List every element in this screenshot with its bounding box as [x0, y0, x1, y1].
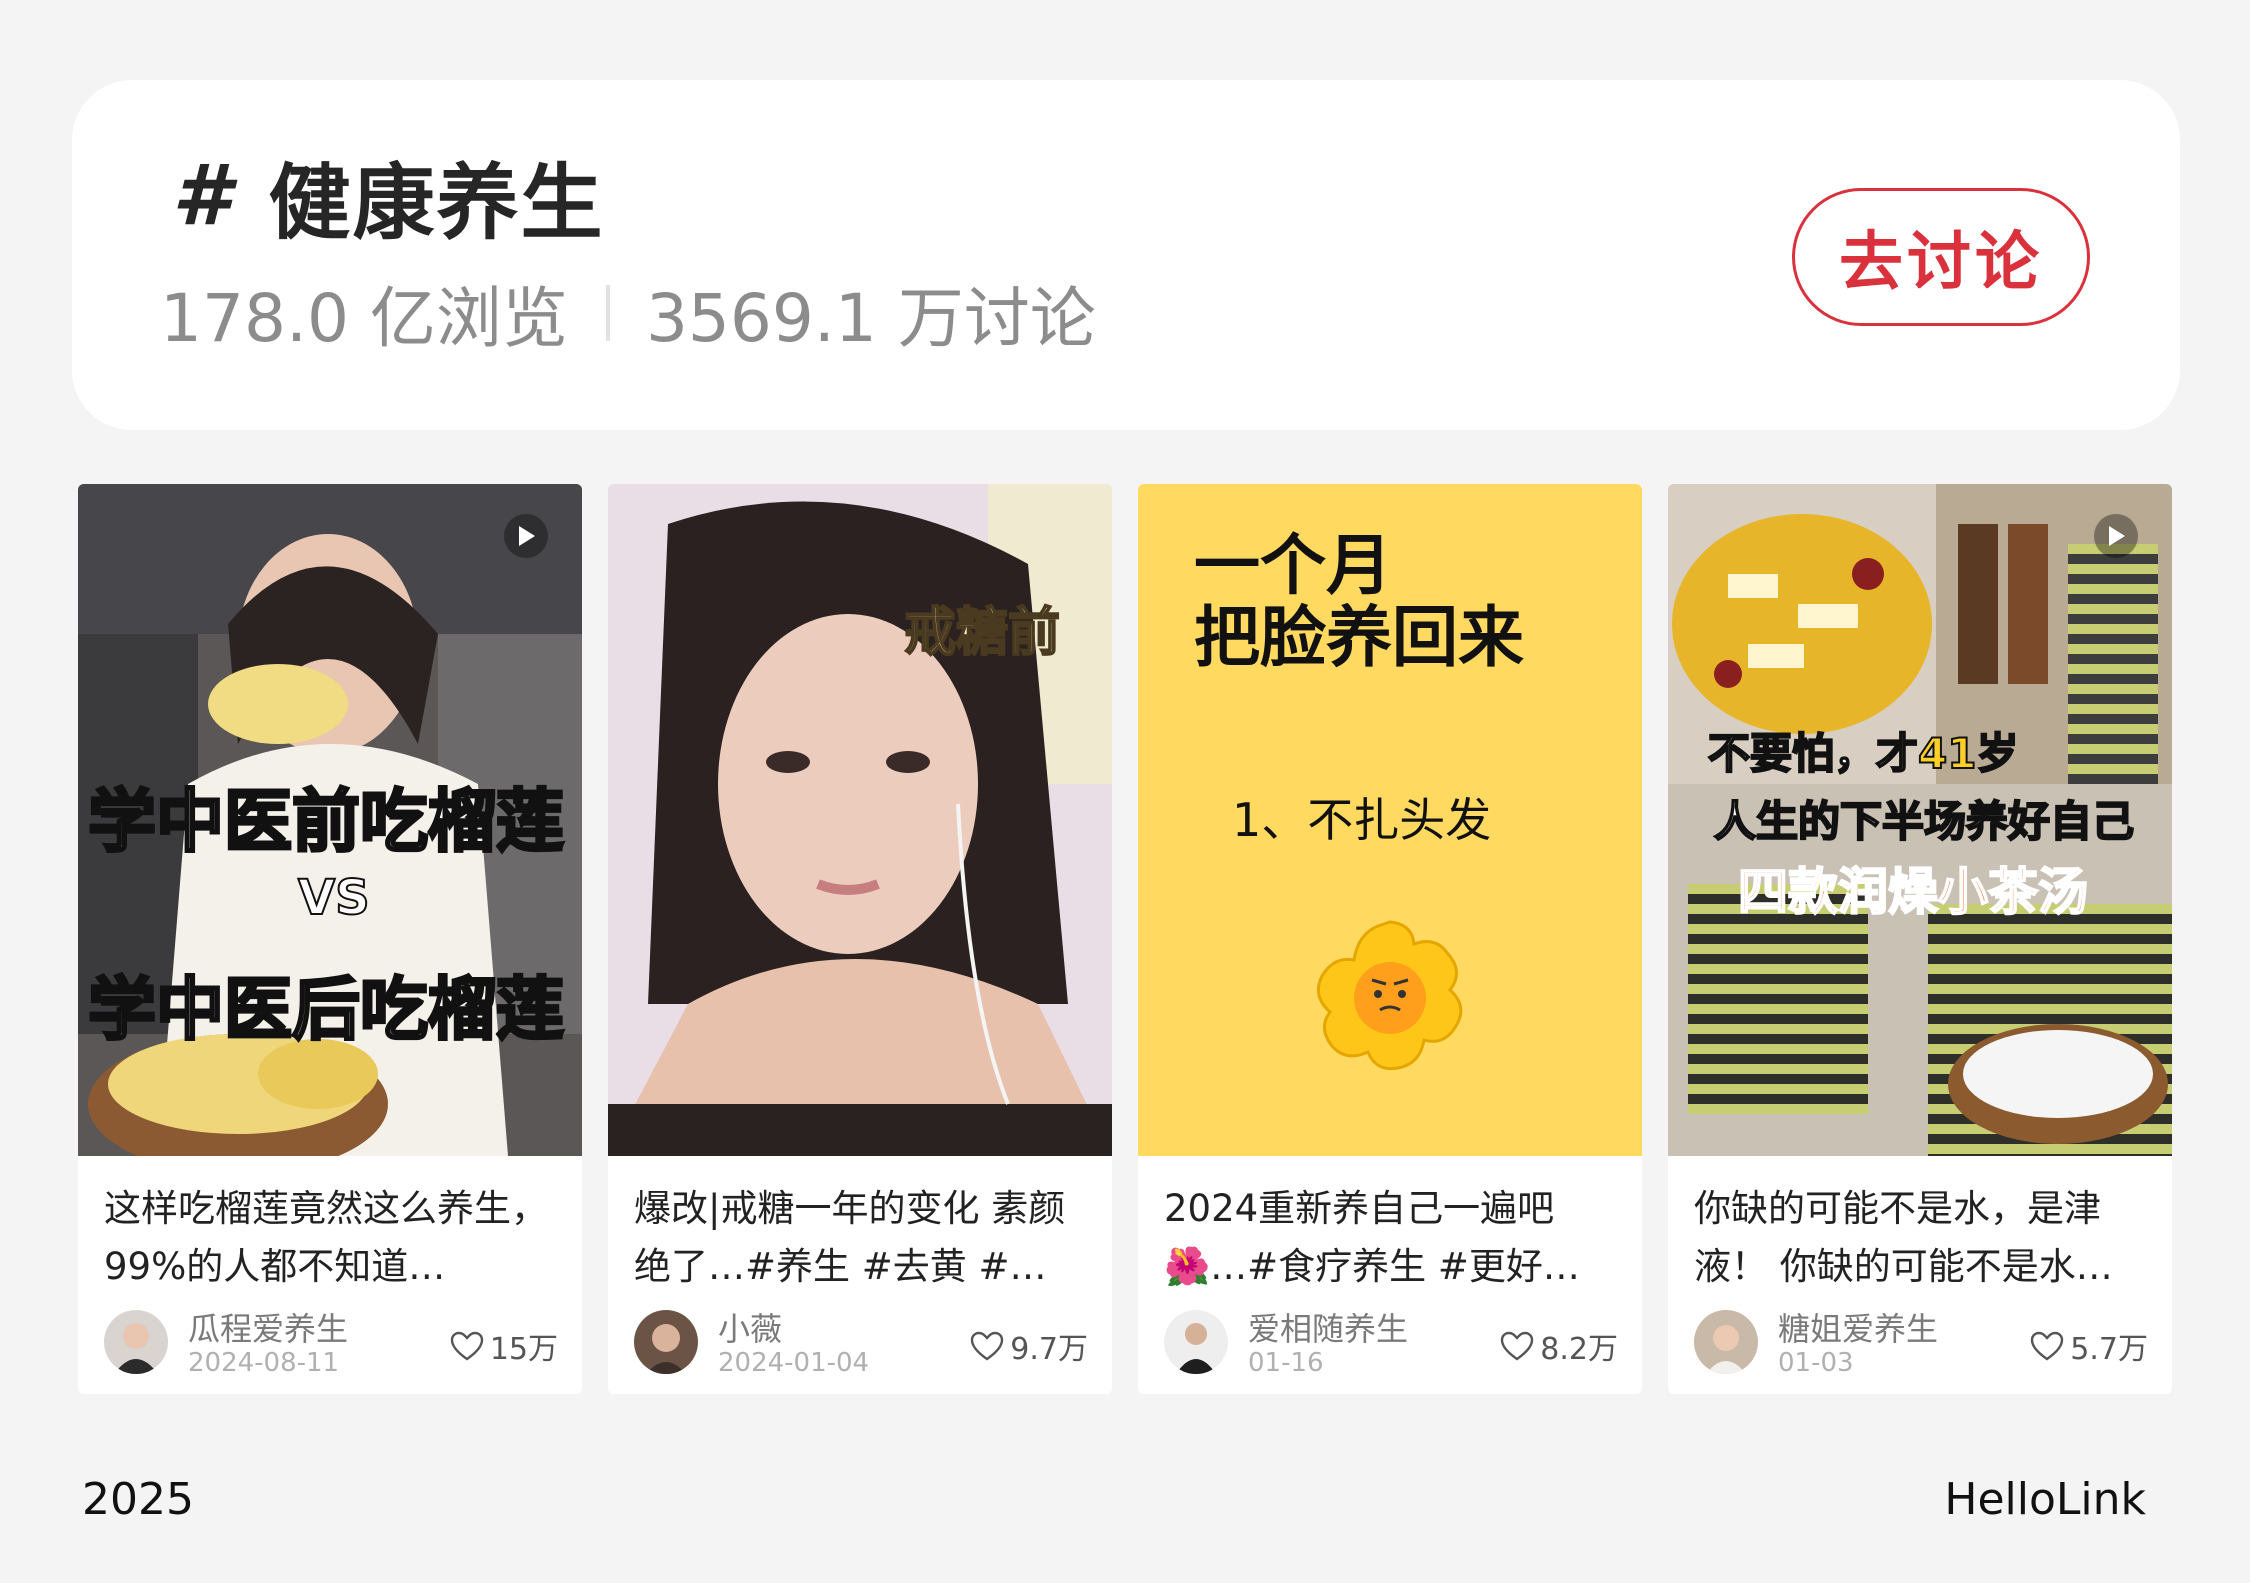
post-date: 01-16: [1248, 1348, 1324, 1378]
author-name[interactable]: 爱相随养生: [1248, 1310, 1408, 1348]
cover-overlay-line1-b: 才41岁: [1875, 728, 2019, 779]
author-name[interactable]: 小薇: [718, 1310, 782, 1348]
stats-divider: [605, 285, 610, 341]
heart-icon: [2031, 1331, 2064, 1361]
topic-title: # 健康养生: [172, 140, 604, 251]
cover-overlay-line3: 四款润燥小茶汤: [1737, 862, 2089, 922]
post-card[interactable]: 戒糖前 爆改|戒糖一年的变化 素颜绝了…#养生 #去黄 #… 小薇 2024-0…: [608, 484, 1112, 1394]
view-count: 178.0 亿浏览: [160, 280, 568, 357]
like-count: 5.7万: [2070, 1332, 2148, 1367]
like-button[interactable]: 9.7万: [970, 1324, 1088, 1368]
post-card[interactable]: 不要怕，才41岁 人生的下半场养好自己 四款润燥小茶汤 你缺的可能不是水，是津液…: [1668, 484, 2172, 1394]
post-feed: 学中医前吃榴莲 VS 学中医后吃榴莲 这样吃榴莲竟然这么养生，99%的人都不知道…: [78, 484, 2172, 1394]
post-cover-image[interactable]: 不要怕，才41岁 人生的下半场养好自己 四款润燥小茶汤: [1668, 484, 2172, 1156]
post-date: 2024-08-11: [188, 1348, 340, 1378]
heart-icon: [971, 1331, 1004, 1361]
post-title[interactable]: 爆改|戒糖一年的变化 素颜绝了…#养生 #去黄 #…: [634, 1180, 1088, 1296]
post-card[interactable]: 学中医前吃榴莲 VS 学中医后吃榴莲 这样吃榴莲竟然这么养生，99%的人都不知道…: [78, 484, 582, 1394]
heart-icon: [450, 1331, 484, 1361]
like-button[interactable]: 8.2万: [1500, 1324, 1618, 1368]
cover-overlay-line1: 学中医前吃榴莲: [86, 782, 565, 864]
play-icon: [2094, 514, 2138, 558]
footer-brand: HelloLink: [1944, 1474, 2146, 1525]
author-name[interactable]: 糖姐爱养生: [1778, 1310, 1938, 1348]
avatar[interactable]: [1694, 1310, 1758, 1374]
post-title[interactable]: 2024重新养自己一遍吧🌺…#食疗养生 #更好…: [1164, 1180, 1618, 1296]
discussion-count: 3569.1 万讨论: [645, 280, 1096, 357]
post-date: 01-03: [1778, 1348, 1854, 1378]
post-cover-image[interactable]: 一个月 把脸养回来 1、不扎头发: [1138, 484, 1642, 1156]
author-row: 爱相随养生 01-16 8.2万: [1164, 1310, 1618, 1378]
post-card[interactable]: 一个月 把脸养回来 1、不扎头发 2024重新养自己一遍吧🌺…#食疗养生 #更好…: [1138, 484, 1642, 1394]
cover-overlay-subheading: 1、不扎头发: [1232, 793, 1492, 847]
heart-icon: [1501, 1331, 1534, 1361]
avatar[interactable]: [634, 1310, 698, 1374]
cover-overlay-line2: 学中医后吃榴莲: [86, 970, 565, 1052]
author-row: 糖姐爱养生 01-03 5.7万: [1694, 1310, 2148, 1378]
topic-header-card: # 健康养生 178.0 亿浏览 3569.1 万讨论 去讨论: [72, 80, 2180, 430]
post-title[interactable]: 你缺的可能不是水，是津液！ 你缺的可能不是水…: [1694, 1180, 2148, 1296]
post-cover-image[interactable]: 学中医前吃榴莲 VS 学中医后吃榴莲: [78, 484, 582, 1156]
cover-overlay-label: 戒糖前: [903, 602, 1061, 664]
like-count: 9.7万: [1010, 1332, 1088, 1367]
avatar[interactable]: [1164, 1310, 1228, 1374]
author-row: 瓜程爱养生 2024-08-11 15万: [104, 1310, 558, 1378]
post-date: 2024-01-04: [718, 1348, 870, 1378]
like-button[interactable]: 15万: [450, 1324, 558, 1368]
discuss-button[interactable]: 去讨论: [1792, 188, 2090, 326]
post-cover-image[interactable]: 戒糖前: [608, 484, 1112, 1156]
cover-overlay-heading-1: 一个月: [1194, 527, 1392, 604]
topic-stats: 178.0 亿浏览 3569.1 万讨论: [160, 268, 1096, 358]
cover-overlay-vs: VS: [297, 869, 371, 927]
flower-face-icon: [1316, 920, 1463, 1071]
cover-overlay-line1-a: 不要怕，: [1707, 728, 1877, 779]
like-button[interactable]: 5.7万: [2030, 1324, 2148, 1368]
post-title[interactable]: 这样吃榴莲竟然这么养生，99%的人都不知道…: [104, 1180, 558, 1296]
topic-title-text: 健康养生: [268, 155, 605, 251]
avatar[interactable]: [104, 1310, 168, 1374]
hashtag-icon: #: [172, 146, 233, 244]
selfie-photo: [608, 484, 1112, 1156]
footer-year: 2025: [82, 1474, 194, 1525]
author-name[interactable]: 瓜程爱养生: [188, 1310, 348, 1348]
cover-overlay-line2: 人生的下半场养好自己: [1713, 796, 2135, 847]
author-row: 小薇 2024-01-04 9.7万: [634, 1310, 1088, 1378]
like-count: 8.2万: [1540, 1332, 1618, 1367]
like-count: 15万: [489, 1332, 558, 1367]
cover-overlay-line1: 不要怕，才41岁: [1707, 720, 2019, 781]
play-icon: [504, 514, 548, 558]
cover-overlay-heading-2: 把脸养回来: [1194, 599, 1524, 676]
